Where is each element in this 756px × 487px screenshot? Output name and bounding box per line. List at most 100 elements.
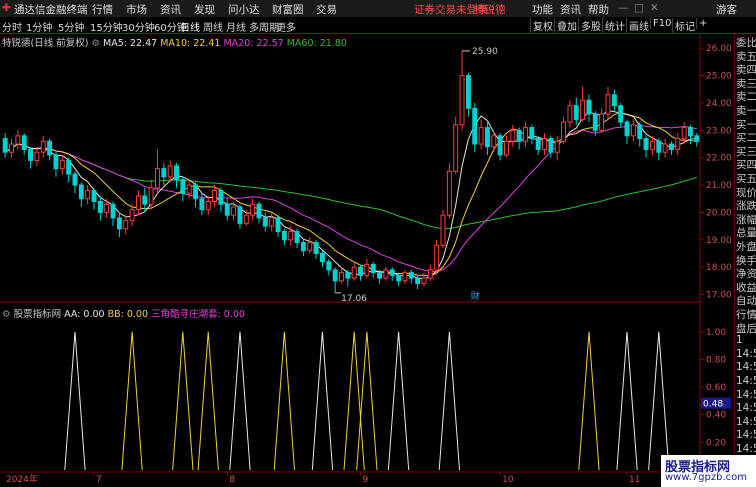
candle-body	[231, 206, 237, 216]
ma5-value: MA5: 22.47	[103, 38, 158, 49]
spike-yellow	[121, 331, 143, 471]
close-icon[interactable]: ✕	[650, 2, 659, 14]
tab-15min[interactable]: 15分钟	[90, 19, 123, 34]
indicator-title: 股票指标网	[13, 309, 62, 320]
candle-body	[580, 99, 586, 120]
mark-button[interactable]: 标记	[672, 18, 697, 33]
settings-gear-icon[interactable]: ⚙	[91, 38, 100, 49]
menu-item-wealth-circle[interactable]: 财富圈	[272, 2, 304, 17]
candle-body	[377, 272, 383, 279]
main-chart-legend: 特锐德(日线 前复权) ⚙ MA5: 22.47 MA10: 22.41 MA2…	[2, 35, 347, 49]
candle-body	[224, 203, 230, 216]
candle-body	[408, 272, 414, 279]
candle-body	[154, 168, 160, 189]
menu-item-discover[interactable]: 发现	[194, 2, 215, 17]
spike-white	[229, 331, 251, 471]
date-tick-label: 8	[229, 475, 235, 485]
stats-button[interactable]: 统计	[602, 18, 627, 33]
quote-side-panel: 委比 卖五 卖四 卖三 卖二 卖一 买一 买二 买三 买四 买五 现价 涨跌 涨幅 总量 外盘 换手 净资 收益 自动…	[734, 34, 756, 487]
cursor-value-box	[701, 397, 731, 409]
menu-link-info[interactable]: 资讯	[560, 2, 581, 17]
multi-stock-button[interactable]: 多股	[578, 18, 603, 33]
candle-body	[300, 242, 306, 252]
candle-body	[611, 94, 617, 107]
candle-body	[459, 75, 465, 126]
ma10-line	[4, 112, 697, 277]
date-tick-label: 2024年	[6, 473, 38, 485]
candle-body	[262, 217, 268, 227]
price-tick-label: 20.00	[706, 208, 732, 218]
candle-body	[649, 140, 655, 150]
tab-multi-period[interactable]: 多周期	[249, 19, 279, 34]
financial-report-marker: 财	[471, 290, 480, 302]
menu-item-news[interactable]: 资讯	[160, 2, 181, 17]
menu-item-trade[interactable]: 交易	[316, 2, 337, 17]
candle-body	[142, 195, 148, 205]
candle-body	[503, 140, 509, 156]
candle-body	[389, 269, 395, 276]
spike-white	[648, 331, 670, 471]
candle-body	[205, 200, 211, 211]
draw-line-button[interactable]: 画线	[626, 18, 651, 33]
candle-body	[396, 274, 402, 282]
candle-body	[523, 127, 528, 142]
candle-body	[688, 127, 693, 137]
spike-white	[438, 331, 460, 471]
candlesticks	[2, 50, 700, 293]
adjust-button[interactable]: 复权	[530, 18, 555, 33]
spike-white	[387, 331, 410, 471]
menu-link-help[interactable]: 帮助	[588, 2, 609, 17]
kline-chart[interactable]: 26.00 25.00 24.00 23.00 22.00 21.00 20.00 19.00…	[0, 0, 756, 487]
tab-intraday[interactable]: 分时	[2, 19, 22, 34]
side-panel-label: 14:50	[736, 388, 756, 401]
candle-body	[167, 165, 173, 178]
candle-body	[161, 168, 167, 178]
candle-body	[592, 113, 598, 131]
tab-monthly[interactable]: 月线	[226, 19, 246, 34]
candle-body	[85, 190, 91, 200]
price-tick-label: 26.00	[706, 44, 732, 54]
spike-yellow	[578, 331, 600, 471]
candle-body	[561, 121, 567, 142]
f10-button[interactable]: F10	[650, 18, 673, 29]
candle-body	[472, 107, 478, 145]
tab-daily[interactable]: 日线	[180, 19, 200, 34]
tab-weekly[interactable]: 周线	[203, 19, 223, 34]
candle-body	[28, 148, 34, 161]
app-title: 通达信金融终端	[14, 4, 88, 16]
sub-tick-label: 1.00	[706, 328, 726, 338]
date-tick-label: 7	[96, 475, 102, 485]
guest-user[interactable]: 游客	[716, 2, 737, 17]
indicator-settings-icon[interactable]: ⚙	[2, 309, 11, 320]
candle-body	[491, 135, 497, 148]
menu-item-wenxiaoda[interactable]: 问小达	[228, 2, 260, 17]
chart-frame	[0, 34, 701, 487]
candle-body	[104, 203, 110, 213]
price-tick-label: 24.00	[706, 99, 732, 109]
candle-body	[351, 266, 357, 279]
candle-body	[180, 179, 186, 194]
menu-item-quotes[interactable]: 行情	[92, 2, 113, 17]
high-label: 25.90	[472, 47, 498, 57]
candle-body	[116, 217, 122, 230]
candle-body	[516, 129, 522, 142]
price-tick-label: 25.00	[706, 72, 732, 82]
candle-body	[59, 159, 65, 170]
menu-item-market[interactable]: 市场	[126, 2, 147, 17]
candle-body	[288, 231, 294, 241]
ma10-value: MA10: 22.41	[160, 38, 221, 49]
candle-body	[542, 138, 548, 150]
overlay-button[interactable]: 叠加	[554, 18, 579, 33]
moving-averages	[4, 110, 697, 280]
candle-body	[148, 187, 154, 205]
menu-link-function[interactable]: 功能	[532, 2, 553, 17]
tab-more[interactable]: 更多	[276, 19, 296, 34]
menu-bar: ✚ 通达信金融终端 行情 市场 资讯 发现 问小达 财富圈 交易 证券交易未登录…	[0, 0, 756, 18]
tab-30min[interactable]: 30分钟	[122, 19, 155, 34]
tab-5min[interactable]: 5分钟	[58, 19, 84, 34]
add-button[interactable]: +	[696, 18, 709, 29]
maximize-icon[interactable]: □	[634, 2, 644, 14]
minimize-icon[interactable]: —	[618, 2, 629, 14]
candle-body	[548, 138, 554, 153]
tab-1min[interactable]: 1分钟	[26, 19, 52, 34]
